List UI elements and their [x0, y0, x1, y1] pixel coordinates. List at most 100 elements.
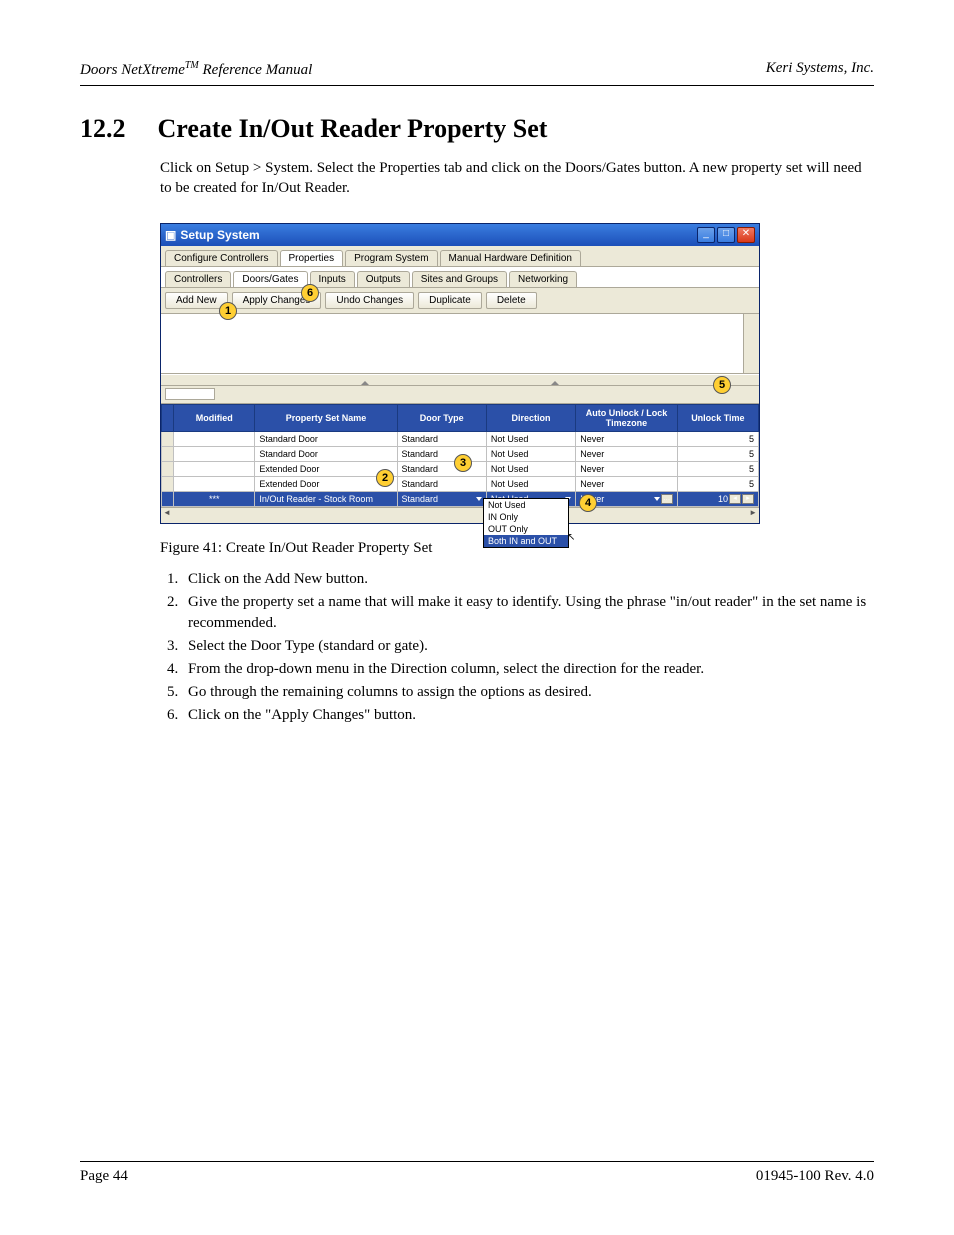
step-5: Go through the remaining columns to assi… — [182, 682, 874, 703]
direction-option-out-only[interactable]: OUT Only — [484, 523, 568, 535]
step-1: Click on the Add New button. — [182, 569, 874, 590]
window-titlebar: ▣ Setup System _ □ ✕ — [161, 224, 759, 246]
table-row[interactable]: Extended DoorStandardNot UsedNever5 — [162, 476, 759, 491]
cell-timezone[interactable]: Never — [576, 446, 678, 461]
cell-direction[interactable]: Not Used — [486, 446, 575, 461]
cell-name[interactable]: Standard Door — [255, 431, 397, 446]
add-new-button[interactable]: Add New — [165, 292, 228, 309]
cell-door-type[interactable]: Standard — [397, 476, 486, 491]
section-number: 12.2 — [80, 114, 126, 144]
subtab-sites-groups[interactable]: Sites and Groups — [412, 271, 507, 287]
cell-unlock-time[interactable]: 5 — [677, 446, 758, 461]
row-header — [162, 461, 174, 476]
tab-manual-hardware[interactable]: Manual Hardware Definition — [440, 250, 581, 266]
steps-list: Click on the Add New button. Give the pr… — [160, 569, 874, 726]
row-header — [162, 431, 174, 446]
callout-6: 6 — [301, 284, 319, 302]
step-3: Select the Door Type (standard or gate). — [182, 636, 874, 657]
direction-option-in-only[interactable]: IN Only — [484, 511, 568, 523]
tab-program-system[interactable]: Program System — [345, 250, 437, 266]
cell-timezone[interactable]: Never — [576, 461, 678, 476]
subtab-controllers[interactable]: Controllers — [165, 271, 231, 287]
callout-5: 5 — [713, 376, 731, 394]
callout-3: 3 — [454, 454, 472, 472]
header-rule — [80, 85, 874, 86]
row-header — [162, 446, 174, 461]
window-title: Setup System — [180, 228, 259, 242]
cell-timezone[interactable]: Never — [576, 476, 678, 491]
page-header: Doors NetXtremeTM Reference Manual Keri … — [80, 60, 874, 79]
upper-pane — [161, 314, 759, 374]
subtab-outputs[interactable]: Outputs — [357, 271, 410, 287]
sub-tab-strip: Controllers Doors/Gates Inputs Outputs S… — [161, 267, 759, 288]
row-header — [162, 491, 174, 506]
subtab-inputs[interactable]: Inputs — [310, 271, 355, 287]
direction-option-both[interactable]: Both IN and OUT — [484, 535, 568, 547]
cell-direction[interactable]: Not Used — [486, 431, 575, 446]
upper-scrollbar[interactable] — [743, 314, 759, 373]
cell-modified[interactable] — [174, 446, 255, 461]
splitter-bar[interactable] — [161, 374, 759, 386]
callout-2: 2 — [376, 469, 394, 487]
cell-modified[interactable] — [174, 431, 255, 446]
col-door-type[interactable]: Door Type — [397, 404, 486, 431]
callout-1: 1 — [219, 302, 237, 320]
section-title-text: Create In/Out Reader Property Set — [158, 114, 548, 144]
lower-pane-tabs — [161, 386, 759, 404]
cell-door-type[interactable]: Standard — [397, 446, 486, 461]
undo-changes-button[interactable]: Undo Changes — [325, 292, 414, 309]
horizontal-scrollbar[interactable] — [161, 507, 759, 523]
tab-properties[interactable]: Properties — [280, 250, 344, 266]
cell-door-type[interactable]: Standard — [397, 461, 486, 476]
cell-modified[interactable] — [174, 476, 255, 491]
cell-unlock-time[interactable]: 5 — [677, 431, 758, 446]
col-auto-unlock[interactable]: Auto Unlock / Lock Timezone — [576, 404, 678, 431]
col-modified[interactable]: Modified — [174, 404, 255, 431]
direction-dropdown[interactable]: Not Used IN Only OUT Only Both IN and OU… — [483, 498, 569, 548]
cell-name[interactable]: Standard Door — [255, 446, 397, 461]
cell-unlock-time[interactable]: 5 — [677, 476, 758, 491]
table-row[interactable]: ***In/Out Reader - Stock RoomStandardNot… — [162, 491, 759, 506]
step-6: Click on the "Apply Changes" button. — [182, 705, 874, 726]
app-icon: ▣ — [165, 228, 176, 242]
row-header — [162, 476, 174, 491]
col-unlock-time[interactable]: Unlock Time — [677, 404, 758, 431]
toolbar: Add New Apply Changes Undo Changes Dupli… — [161, 288, 759, 314]
company-name: Keri Systems, Inc. — [766, 60, 874, 79]
cursor-icon: ↖ — [567, 532, 575, 543]
table-row[interactable]: Standard DoorStandardNot UsedNever5 — [162, 431, 759, 446]
subtab-networking[interactable]: Networking — [509, 271, 577, 287]
col-property-set-name[interactable]: Property Set Name — [255, 404, 397, 431]
subtab-doors-gates[interactable]: Doors/Gates — [233, 271, 307, 287]
direction-option-not-used[interactable]: Not Used — [484, 499, 568, 511]
cell-timezone[interactable]: Never — [576, 431, 678, 446]
step-2: Give the property set a name that will m… — [182, 592, 874, 634]
product-name: Doors NetXtreme — [80, 62, 185, 78]
page-number: Page 44 — [80, 1168, 128, 1185]
cell-unlock-time[interactable]: ▸◂10 — [677, 491, 758, 506]
tab-configure-controllers[interactable]: Configure Controllers — [165, 250, 278, 266]
cell-modified[interactable] — [174, 461, 255, 476]
doc-number: 01945-100 Rev. 4.0 — [756, 1168, 874, 1185]
section-heading: 12.2 Create In/Out Reader Property Set — [80, 114, 874, 144]
intro-paragraph: Click on Setup > System. Select the Prop… — [160, 158, 874, 199]
step-4: From the drop-down menu in the Direction… — [182, 659, 874, 680]
cell-unlock-time[interactable]: 5 — [677, 461, 758, 476]
cell-door-type[interactable]: Standard — [397, 431, 486, 446]
delete-button[interactable]: Delete — [486, 292, 537, 309]
cell-name[interactable]: In/Out Reader - Stock Room — [255, 491, 397, 506]
setup-system-window: 1 6 2 3 4 5 ▣ Setup System _ □ ✕ Configu… — [160, 223, 760, 524]
callout-4: 4 — [579, 494, 597, 512]
close-button[interactable]: ✕ — [737, 227, 755, 243]
cell-direction[interactable]: Not Used — [486, 476, 575, 491]
col-rowheader — [162, 404, 174, 431]
cell-modified[interactable]: *** — [174, 491, 255, 506]
maximize-button[interactable]: □ — [717, 227, 735, 243]
duplicate-button[interactable]: Duplicate — [418, 292, 482, 309]
top-tab-strip: Configure Controllers Properties Program… — [161, 246, 759, 267]
minimize-button[interactable]: _ — [697, 227, 715, 243]
page-footer: Page 44 01945-100 Rev. 4.0 — [80, 1161, 874, 1185]
cell-direction[interactable]: Not Used — [486, 461, 575, 476]
col-direction[interactable]: Direction — [486, 404, 575, 431]
cell-door-type[interactable]: Standard — [397, 491, 486, 506]
